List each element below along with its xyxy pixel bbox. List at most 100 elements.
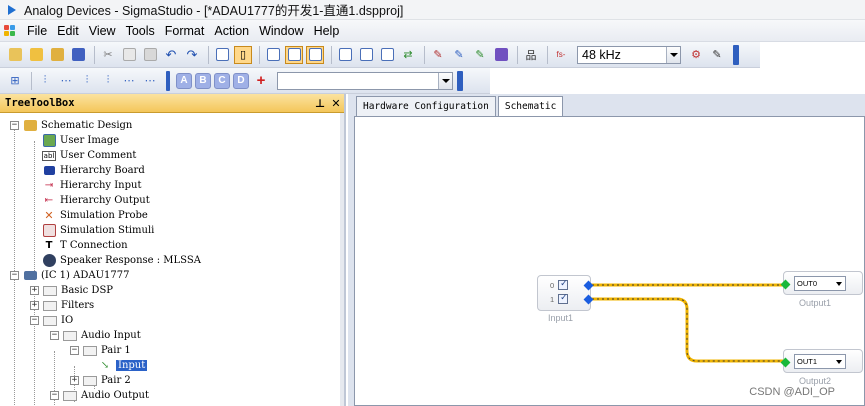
align-center-icon[interactable]: ⋯ — [57, 72, 75, 90]
tree-item-hierarchy-input[interactable]: ⇥ Hierarchy Input — [42, 178, 142, 193]
toolbar-grip[interactable] — [166, 70, 170, 91]
download-icon[interactable] — [492, 46, 510, 64]
channel-1-checkbox[interactable] — [558, 292, 569, 304]
tree-item-ic1[interactable]: − (IC 1) ADAU1777 — [10, 268, 129, 283]
tree-scrollbar[interactable] — [340, 113, 344, 406]
compile-icon[interactable]: ✎ — [471, 46, 489, 64]
new-project-icon[interactable] — [6, 46, 24, 64]
redo-icon[interactable]: ↷ — [183, 46, 201, 64]
tree-item-audio-output[interactable]: − Audio Output — [50, 388, 149, 403]
tab-hardware-configuration[interactable]: Hardware Configuration — [356, 96, 496, 116]
expand-icon[interactable]: + — [70, 376, 79, 385]
tree-item-user-image[interactable]: User Image — [42, 133, 119, 148]
menu-format[interactable]: Format — [160, 20, 210, 42]
menu-view[interactable]: View — [84, 20, 121, 42]
chevron-down-icon[interactable] — [438, 72, 452, 89]
toolbar-grip[interactable] — [457, 70, 463, 91]
out0-select[interactable]: OUT0 — [794, 276, 846, 291]
route-icon[interactable]: ⇄ — [399, 46, 417, 64]
tree-item-input[interactable]: ↘ Input — [98, 358, 148, 373]
tree-item-simulation-stimuli[interactable]: Simulation Stimuli — [42, 223, 154, 238]
undo-icon[interactable]: ↶ — [162, 46, 180, 64]
tree-item-pair1[interactable]: − Pair 1 — [70, 343, 131, 358]
menu-file[interactable]: File — [22, 20, 52, 42]
chevron-down-icon[interactable] — [833, 282, 845, 286]
tree-item-simulation-probe[interactable]: ✕ Simulation Probe — [42, 208, 147, 223]
window-menu-icon[interactable] — [4, 24, 18, 37]
hierarchy-icon[interactable]: 品 — [522, 46, 540, 64]
menu-help[interactable]: Help — [309, 20, 345, 42]
menu-window[interactable]: Window — [254, 20, 308, 42]
pointer-tool-icon[interactable]: ▯ — [234, 45, 252, 64]
save-icon[interactable] — [69, 46, 87, 64]
open-icon[interactable] — [27, 46, 45, 64]
output1-block[interactable]: OUT0 — [780, 271, 863, 295]
mode-b-button[interactable]: B — [195, 72, 211, 89]
schematic-view-icon[interactable] — [285, 45, 303, 64]
input-pin-out0[interactable] — [780, 279, 791, 290]
settings-icon[interactable]: ⚙ — [687, 46, 705, 64]
panel-layout-icon[interactable] — [264, 46, 282, 64]
pin-icon[interactable]: ⊥ — [312, 97, 328, 110]
collapse-icon[interactable]: − — [10, 121, 19, 130]
menu-action[interactable]: Action — [209, 20, 254, 42]
collapse-icon[interactable]: − — [30, 316, 39, 325]
chevron-down-icon[interactable] — [666, 46, 680, 63]
cut-icon[interactable]: ✂ — [99, 46, 117, 64]
close-icon[interactable]: ✕ — [328, 97, 344, 110]
link-compile-icon[interactable]: ✎ — [429, 46, 447, 64]
input-pin-out1[interactable] — [780, 357, 791, 368]
distribute-v-icon[interactable]: ⋯ — [141, 72, 159, 90]
link-compile-download-icon[interactable]: ✎ — [450, 46, 468, 64]
tree-item-io[interactable]: − IO — [30, 313, 73, 328]
link-block-icon[interactable] — [357, 46, 375, 64]
add-button[interactable]: + — [252, 72, 270, 90]
mode-c-button[interactable]: C — [214, 72, 230, 89]
view-grid-icon[interactable] — [213, 46, 231, 64]
tree-item-speaker-response[interactable]: Speaker Response : MLSSA — [42, 253, 201, 268]
out0-value: OUT0 — [797, 279, 818, 288]
toolbar-grip[interactable] — [733, 44, 739, 65]
input1-block[interactable]: 0 1 — [537, 275, 594, 311]
tree-item-user-comment[interactable]: abl User Comment — [41, 148, 136, 163]
collapse-icon[interactable]: − — [70, 346, 79, 355]
collapse-icon[interactable]: − — [10, 271, 19, 280]
copy-block-icon[interactable] — [336, 46, 354, 64]
align-right-icon[interactable]: ⫶ — [78, 72, 96, 90]
collapse-icon[interactable]: − — [50, 331, 59, 340]
schematic-canvas[interactable]: 0 1 Input1 OUT0 Output1 OUT1 — [354, 116, 865, 406]
tree-item-pair2[interactable]: + Pair 2 — [70, 373, 131, 388]
probe-tool-icon[interactable]: ✎ — [708, 46, 726, 64]
tree-item-t-connection[interactable]: T T Connection — [42, 238, 128, 253]
layout-select[interactable] — [277, 71, 453, 90]
mode-a-button[interactable]: A — [176, 72, 192, 89]
tree-item-basic-dsp[interactable]: + Basic DSP — [30, 283, 113, 298]
tree-item-audio-input[interactable]: − Audio Input — [50, 328, 141, 343]
folder-icon — [43, 285, 57, 297]
menu-edit[interactable]: Edit — [52, 20, 84, 42]
chevron-down-icon[interactable] — [833, 360, 845, 364]
output2-block[interactable]: OUT1 — [780, 349, 863, 373]
sample-rate-select[interactable]: 48 kHz — [577, 45, 681, 64]
channel-0-checkbox[interactable] — [558, 278, 569, 290]
align-icon[interactable] — [378, 46, 396, 64]
collapse-icon[interactable]: − — [50, 391, 59, 400]
menu-tools[interactable]: Tools — [121, 20, 160, 42]
expand-icon[interactable]: + — [30, 286, 39, 295]
align-top-icon[interactable]: ⫶ — [99, 72, 117, 90]
hardware-view-icon[interactable] — [306, 45, 324, 64]
arrange-icon[interactable]: ⊞ — [6, 72, 24, 90]
mode-d-button[interactable]: D — [233, 72, 249, 89]
copy-icon[interactable] — [120, 46, 138, 64]
tree-item-hierarchy-board[interactable]: Hierarchy Board — [42, 163, 145, 178]
open-recent-icon[interactable] — [48, 46, 66, 64]
expand-icon[interactable]: + — [30, 301, 39, 310]
align-left-icon[interactable]: ⫶ — [36, 72, 54, 90]
out1-select[interactable]: OUT1 — [794, 354, 846, 369]
paste-icon[interactable] — [141, 46, 159, 64]
tree-item-filters[interactable]: + Filters — [30, 298, 94, 313]
distribute-h-icon[interactable]: ⋯ — [120, 72, 138, 90]
tab-schematic[interactable]: Schematic — [497, 96, 564, 116]
tree-item-hierarchy-output[interactable]: ⇤ Hierarchy Output — [42, 193, 150, 208]
tree-item-schematic-design[interactable]: − Schematic Design — [10, 118, 132, 133]
